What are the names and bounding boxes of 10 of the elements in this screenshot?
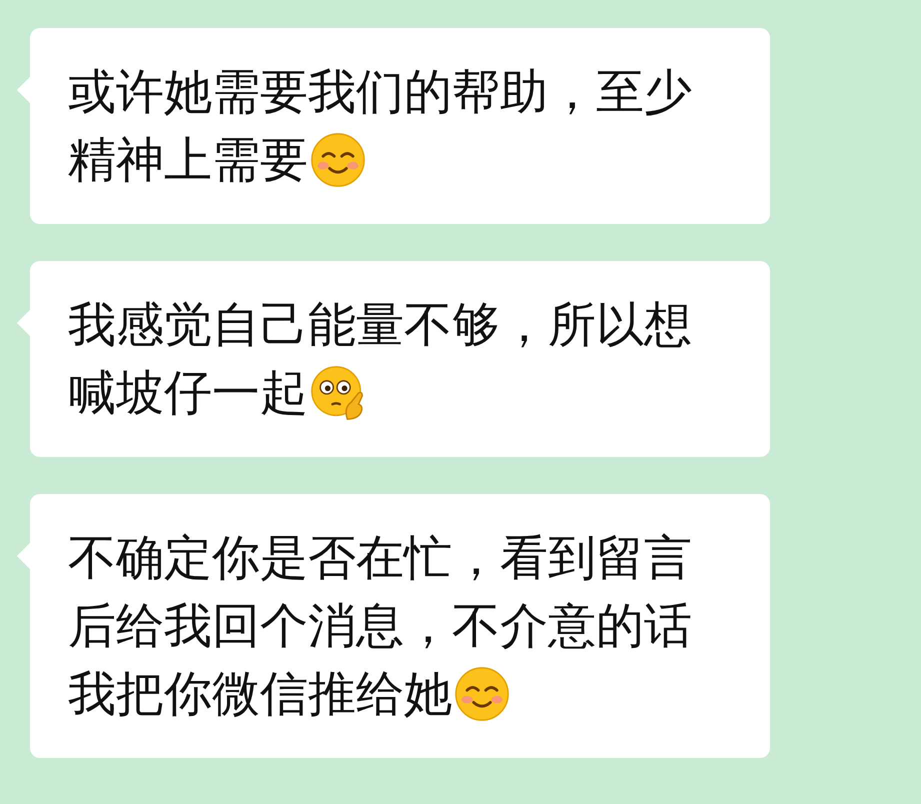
message-text: 或许她需要我们的帮助，至少	[68, 63, 692, 122]
message-text: 我把你微信推给她	[68, 665, 452, 724]
pondering-face-icon	[310, 365, 366, 421]
message-text: 喊坡仔一起	[68, 364, 308, 423]
message-text: 不确定你是否在忙，看到留言	[68, 529, 692, 588]
smiling-face-icon	[454, 666, 510, 722]
smiling-face-icon	[310, 132, 366, 188]
message-text: 精神上需要	[68, 131, 308, 190]
message-text: 后给我回个消息，不介意的话	[68, 597, 692, 656]
message-text: 我感觉自己能量不够，所以想	[68, 296, 692, 355]
